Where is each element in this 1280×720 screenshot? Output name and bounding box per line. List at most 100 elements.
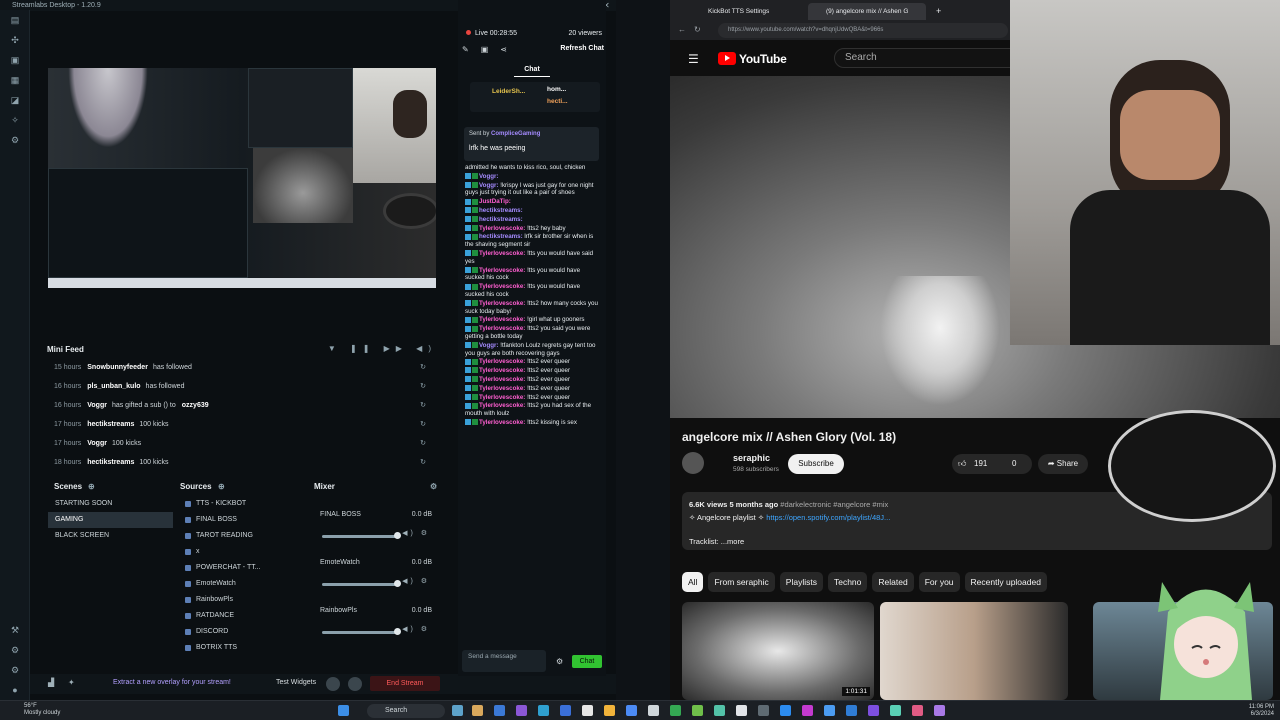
volume-knob[interactable] [394,628,401,635]
start-icon[interactable] [338,705,349,716]
back-forward-icons[interactable]: ←↻ [678,25,709,34]
chat-username[interactable]: Tylerlovescoke: [479,358,525,365]
tab-youtube[interactable]: (9) angelcore mix // Ashen G [808,3,926,20]
taskbar-app-icon[interactable] [890,705,901,716]
chip-from-channel[interactable]: From seraphic [708,572,775,592]
cloud-icon[interactable]: ⚙ [0,640,30,660]
taskbar-app-icon[interactable] [846,705,857,716]
weather-widget[interactable]: 56°F Mostly cloudy [24,703,60,717]
video-thumbnail[interactable] [880,602,1068,700]
refresh-chat-button[interactable]: Refresh Chat [560,45,604,52]
source-item[interactable]: BOTRIX TTS [180,640,300,656]
overlay-icon[interactable]: ✦ [68,678,75,687]
chat-username[interactable]: hectikstreams: [479,216,523,223]
taskbar-app-icon[interactable] [538,705,549,716]
chat-username[interactable]: Tylerlovescoke: [479,225,525,232]
chat-tools-icons[interactable]: ✎▣⋖ [462,45,519,54]
taskbar-app-icon[interactable] [604,705,615,716]
tools-icon[interactable]: ⚒ [0,620,30,640]
source-item[interactable]: TTS - KICKBOT [180,496,300,512]
taskbar-app-icon[interactable] [452,705,463,716]
editor-icon[interactable]: ▤ [0,10,30,30]
end-stream-button[interactable]: End Stream [370,676,440,691]
chip-for-you[interactable]: For you [918,572,960,592]
tab-kickbot[interactable]: KickBot TTS Settings [690,3,802,20]
chat-username[interactable]: Voggr: [479,182,498,189]
taskbar-app-icon[interactable] [648,705,659,716]
taskbar-app-icon[interactable] [758,705,769,716]
replay-icon[interactable]: ↻ [420,417,426,433]
taskbar-app-icon[interactable] [494,705,505,716]
taskbar-app-icon[interactable] [868,705,879,716]
taskbar-app-icon[interactable] [692,705,703,716]
scene-item[interactable]: BLACK SCREEN [48,528,173,544]
volume-slider[interactable] [322,631,396,634]
send-chat-button[interactable]: Chat [572,655,602,668]
source-item[interactable]: FINAL BOSS [180,512,300,528]
share-button[interactable]: ➦ Share [1038,454,1088,474]
taskbar-app-icon[interactable] [714,705,725,716]
add-scene-icon[interactable]: ⊕ [88,482,95,494]
add-source-icon[interactable]: ⊕ [218,482,225,494]
record-button[interactable] [326,677,340,691]
volume-knob[interactable] [394,532,401,539]
like-icon[interactable]: 👍︎ [958,454,966,474]
themes-icon[interactable]: ✣ [0,30,30,50]
chat-username[interactable]: Tylerlovescoke: [479,300,525,307]
overlay-link[interactable]: Extract a new overlay for your stream! [113,679,231,686]
mute-icon[interactable]: ◀) ⚙ [402,577,430,585]
menu-icon[interactable]: ☰ [688,52,699,66]
source-item[interactable]: x [180,544,300,560]
gear-icon[interactable]: ⚙ [0,660,30,680]
mixer-settings-icon[interactable]: ⚙ [430,482,437,494]
analytics-icon[interactable]: ◪ [0,90,30,110]
chat-username[interactable]: hectikstreams: [479,233,523,240]
chat-tab[interactable]: Chat [458,66,606,77]
scene-item[interactable]: STARTING SOON [48,496,173,512]
chat-username[interactable]: Tylerlovescoke: [479,283,525,290]
chat-username[interactable]: Voggr: [479,342,498,349]
chat-settings-icon[interactable]: ⚙ [556,657,563,666]
chip-recently-uploaded[interactable]: Recently uploaded [964,572,1047,592]
taskbar-app-icon[interactable] [560,705,571,716]
chat-username[interactable]: Tylerlovescoke: [479,394,525,401]
chip-playlists[interactable]: Playlists [779,572,823,592]
settings-icon[interactable]: ⚙ [0,130,30,150]
subscribe-button[interactable]: Subscribe [788,454,844,474]
chat-username[interactable]: Tylerlovescoke: [479,376,525,383]
channel-name[interactable]: seraphic [733,453,770,463]
taskbar-app-icon[interactable] [912,705,923,716]
store-icon[interactable]: ▣ [0,50,30,70]
chip-techno[interactable]: Techno [827,572,868,592]
alerts-icon[interactable]: ✧ [0,110,30,130]
replay-icon[interactable]: ↻ [420,436,426,452]
test-widgets-button[interactable]: Test Widgets [276,679,316,686]
chat-username[interactable]: Tylerlovescoke: [479,367,525,374]
taskbar-app-icon[interactable] [780,705,791,716]
like-dislike-pill[interactable]: 👍︎ 191 0 [952,454,1032,474]
source-item[interactable]: DISCORD [180,624,300,640]
taskbar-app-icon[interactable] [670,705,681,716]
taskbar-app-icon[interactable] [802,705,813,716]
playlist-link[interactable]: https://open.spotify.com/playlist/48J... [766,513,890,522]
stream-preview[interactable] [48,68,436,288]
chat-username[interactable]: Voggr: [479,173,498,180]
channel-avatar[interactable] [682,452,704,474]
taskbar-app-icon[interactable] [824,705,835,716]
clock[interactable]: 11:06 PM 6/3/2024 [1249,704,1274,718]
volume-slider[interactable] [322,535,396,538]
source-item[interactable]: POWERCHAT - TT... [180,560,300,576]
pinned-message[interactable]: Sent by CompliceGaming lrfk he was peein… [464,127,599,161]
chat-input[interactable]: Send a message [462,650,546,672]
replay-icon[interactable]: ↻ [420,455,426,471]
source-item[interactable]: RATDANCE [180,608,300,624]
mini-feed-controls[interactable]: ▼ ❚❚ ▶▶ ◀) [328,344,437,353]
chip-all[interactable]: All [682,572,704,592]
apps-icon[interactable]: ▦ [0,70,30,90]
replay-buffer-button[interactable] [348,677,362,691]
youtube-logo[interactable]: YouTube [718,52,787,66]
chat-username[interactable]: Tylerlovescoke: [479,250,525,257]
chat-username[interactable]: Tylerlovescoke: [479,402,525,409]
mute-icon[interactable]: ◀) ⚙ [402,529,430,537]
chat-username[interactable]: Tylerlovescoke: [479,385,525,392]
